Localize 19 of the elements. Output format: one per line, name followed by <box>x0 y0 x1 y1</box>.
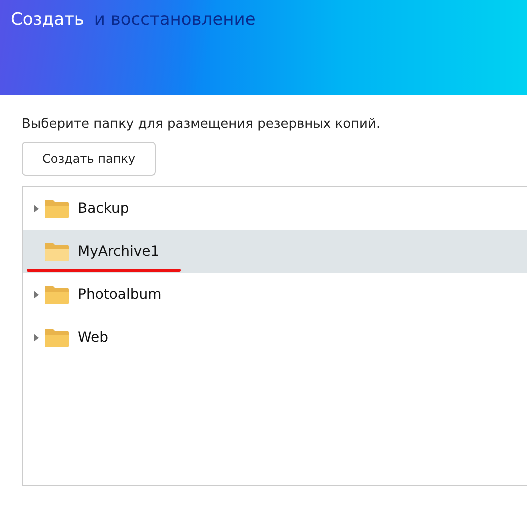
folder-icon <box>44 328 70 348</box>
expand-arrow-icon[interactable] <box>33 332 40 342</box>
tree-item[interactable]: MyArchive1 <box>23 230 527 273</box>
tree-item[interactable]: Web <box>23 316 527 359</box>
folder-name: Photoalbum <box>78 286 162 302</box>
folder-name: Backup <box>78 200 130 216</box>
folder-name: Web <box>78 330 109 346</box>
folder-name: MyArchive1 <box>78 244 160 260</box>
folder-icon <box>44 198 70 218</box>
tree-item[interactable]: Backup <box>23 187 527 230</box>
folder-icon <box>44 242 70 262</box>
background-title: и восстановление <box>94 10 256 30</box>
window-title: Создать <box>11 10 84 30</box>
expand-arrow-icon[interactable] <box>33 204 40 214</box>
folder-icon <box>44 284 70 304</box>
tree-item[interactable]: Photoalbum <box>23 273 527 316</box>
create-folder-button[interactable]: Создать папку <box>22 142 156 176</box>
expand-arrow-icon[interactable] <box>33 290 40 300</box>
instruction-text: Выберите папку для размещения резервных копий. <box>22 117 382 132</box>
